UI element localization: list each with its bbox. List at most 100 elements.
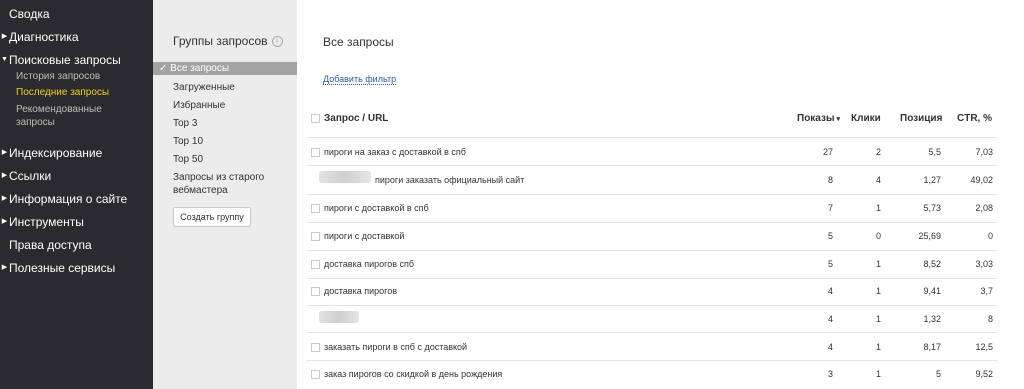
sidebar-nav: Сводка ▶ Диагностика ▼Поисковые запросы И… <box>0 0 153 389</box>
row-clicks: 1 <box>875 314 881 324</box>
main-panel: Все запросы Добавить фильтр Запрос / URL… <box>297 0 1024 389</box>
row-query[interactable]: доставка пирогов спб <box>324 259 414 269</box>
triangle-right-icon: ▶ <box>1 33 8 40</box>
row-divider <box>307 332 997 333</box>
row-ctr: 12,5 <box>975 342 993 352</box>
column-header-query[interactable]: Запрос / URL <box>324 113 388 124</box>
sidebar-item-label: Информация о сайте <box>9 192 128 206</box>
column-header-ctr[interactable]: CTR, % <box>957 113 992 124</box>
select-all-checkbox[interactable] <box>311 114 320 123</box>
row-ctr: 49,02 <box>970 175 993 185</box>
header-divider <box>307 137 997 138</box>
row-clicks: 1 <box>875 342 881 352</box>
triangle-right-icon: ▶ <box>1 264 8 271</box>
row-shows: 8 <box>827 175 833 185</box>
row-checkbox[interactable] <box>311 343 320 352</box>
row-query[interactable]: пироги с доставкой в спб <box>324 203 429 213</box>
column-header-shows[interactable]: Показы ▾ <box>797 113 840 124</box>
row-shows: 27 <box>822 147 833 157</box>
row-shows: 4 <box>827 342 833 352</box>
query-groups-panel: Группы запросов i ✓ Все запросы Загруженн… <box>153 0 297 389</box>
row-position: 5,5 <box>928 147 941 157</box>
sidebar-item-access-rights[interactable]: Права доступа <box>9 236 92 254</box>
row-shows: 5 <box>827 259 833 269</box>
row-shows: 5 <box>827 231 833 241</box>
group-top50[interactable]: Top 50 <box>173 153 203 166</box>
sidebar-item-search-queries[interactable]: ▼Поисковые запросы <box>0 51 121 69</box>
triangle-down-icon: ▼ <box>1 56 8 63</box>
column-header-clicks[interactable]: Клики <box>851 113 881 124</box>
row-clicks: 0 <box>875 231 881 241</box>
row-divider <box>307 222 997 223</box>
row-divider <box>307 360 997 361</box>
sidebar-item-links[interactable]: ▶ Ссылки <box>0 167 51 185</box>
row-divider <box>307 250 997 251</box>
row-query[interactable]: пироги на заказ с доставкой в спб <box>324 147 466 157</box>
sidebar-item-label: Поисковые запросы <box>9 53 121 67</box>
triangle-right-icon: ▶ <box>1 195 8 202</box>
row-divider <box>307 194 997 195</box>
row-position: 1,27 <box>923 175 941 185</box>
sidebar-item-diagnostics[interactable]: ▶ Диагностика <box>0 28 79 46</box>
row-checkbox[interactable] <box>311 204 320 213</box>
row-query[interactable]: доставка пирогов <box>324 286 397 296</box>
row-checkbox[interactable] <box>311 370 320 379</box>
group-uploaded[interactable]: Загруженные <box>173 81 235 94</box>
row-ctr: 3,03 <box>975 259 993 269</box>
row-checkbox[interactable] <box>311 287 320 296</box>
row-clicks: 1 <box>875 369 881 379</box>
sidebar-item-label: Диагностика <box>9 30 79 44</box>
groups-title-text: Группы запросов <box>173 34 268 48</box>
row-shows: 7 <box>827 203 833 213</box>
row-position: 8,52 <box>923 259 941 269</box>
row-clicks: 1 <box>875 286 881 296</box>
row-ctr: 7,03 <box>975 147 993 157</box>
row-position: 1,32 <box>923 314 941 324</box>
sidebar-item-summary[interactable]: Сводка <box>9 5 50 23</box>
sidebar-item-site-info[interactable]: ▶ Информация о сайте <box>0 190 127 208</box>
column-header-position[interactable]: Позиция <box>900 113 942 124</box>
redacted-url <box>319 171 371 183</box>
row-divider <box>307 165 997 166</box>
row-ctr: 0 <box>987 231 993 241</box>
sidebar-item-label: Права доступа <box>9 238 92 252</box>
page-title: Все запросы <box>323 35 394 49</box>
sidebar-item-label: Индексирование <box>9 146 103 160</box>
row-clicks: 4 <box>875 175 881 185</box>
row-query[interactable]: заказать пироги в спб с доставкой <box>324 342 467 352</box>
sidebar-subitem-recommended-queries[interactable]: Рекомендованные запросы <box>16 103 116 129</box>
group-top3[interactable]: Top 3 <box>173 117 197 130</box>
row-clicks: 2 <box>875 147 881 157</box>
triangle-right-icon: ▶ <box>1 172 8 179</box>
row-checkbox[interactable] <box>311 148 320 157</box>
row-shows: 4 <box>827 314 833 324</box>
sidebar-subitem-recent-queries[interactable]: Последние запросы <box>16 86 146 99</box>
create-group-button[interactable]: Создать группу <box>173 207 251 227</box>
row-position: 5,73 <box>923 203 941 213</box>
sidebar-item-useful-services[interactable]: ▶ Полезные сервисы <box>0 259 115 277</box>
group-all-queries[interactable]: ✓ Все запросы <box>153 62 297 75</box>
sidebar-item-tools[interactable]: ▶ Инструменты <box>0 213 84 231</box>
info-icon[interactable]: i <box>271 36 283 48</box>
sidebar-item-label: Сводка <box>9 7 50 21</box>
sort-down-icon: ▾ <box>836 116 841 123</box>
sidebar-item-label: Инструменты <box>9 215 84 229</box>
sidebar-item-indexing[interactable]: ▶ Индексирование <box>0 144 102 162</box>
row-checkbox[interactable] <box>311 260 320 269</box>
row-shows: 4 <box>827 286 833 296</box>
row-query[interactable]: пироги с доставкой <box>324 231 404 241</box>
row-query[interactable]: пироги заказать официальный сайт <box>375 175 524 185</box>
row-query[interactable]: заказ пирогов со скидкой в день рождения <box>324 369 502 379</box>
row-ctr: 2,08 <box>975 203 993 213</box>
sidebar-subitem-query-history[interactable]: История запросов <box>16 70 146 83</box>
column-header-shows-label: Показы <box>797 113 835 124</box>
group-favorites[interactable]: Избранные <box>173 99 225 112</box>
add-filter-link[interactable]: Добавить фильтр <box>323 74 397 85</box>
sidebar-item-label: Ссылки <box>9 169 52 183</box>
group-top10[interactable]: Top 10 <box>173 135 203 148</box>
group-old-webmaster[interactable]: Запросы из старого вебмастера <box>173 171 273 197</box>
row-checkbox[interactable] <box>311 232 320 241</box>
row-ctr: 3,7 <box>980 286 993 296</box>
row-position: 5 <box>935 369 941 379</box>
row-clicks: 1 <box>875 259 881 269</box>
